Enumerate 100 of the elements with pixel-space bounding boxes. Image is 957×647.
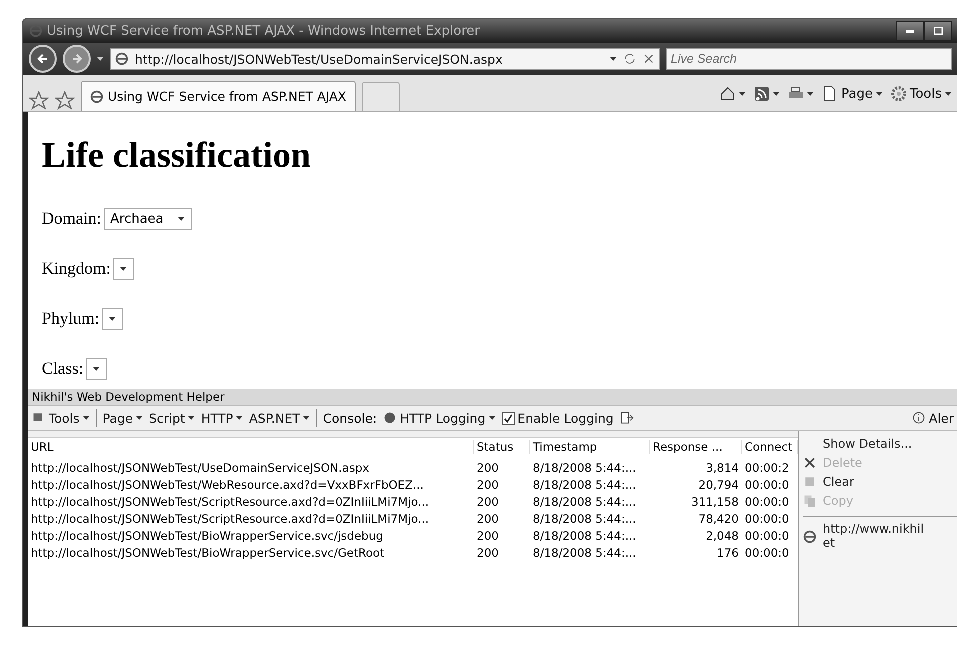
menu-button[interactable]: Page	[102, 410, 144, 426]
alerts-button[interactable]: Aler	[912, 410, 954, 426]
menu-button[interactable]: Tools	[32, 410, 90, 426]
menu-button[interactable]: ASP.NET	[249, 410, 310, 426]
maximize-icon	[934, 27, 942, 35]
menu-button[interactable]: HTTP Logging	[383, 410, 496, 426]
dropdown[interactable]	[112, 258, 134, 280]
feeds-button[interactable]	[754, 86, 780, 102]
feed-icon	[754, 86, 770, 102]
table-cell-text: 00:00:2	[744, 460, 790, 474]
table-cell-text: http://localhost/JSONWebTest/WebResource.axd?d=VxxBFxrFbOEZ...	[30, 478, 425, 492]
menu-button[interactable]: HTTP	[201, 410, 244, 426]
table-cell-text: 00:00:0	[744, 528, 790, 542]
table-cell-text: http://localhost/JSONWebTest/BioWrapperService.svc/GetRoot	[30, 546, 386, 560]
panel-title: Nikhil's Web Development Helper	[28, 389, 957, 406]
star-plus-icon	[55, 91, 75, 111]
caret-icon	[108, 317, 116, 321]
home-icon	[720, 86, 736, 102]
column-header[interactable]: Response ...	[650, 440, 742, 454]
table-cell-text: http://localhost/JSONWebTest/ScriptResource.axd?d=0ZInIiiLMi7Mjo...	[30, 494, 430, 508]
table-cell-text: 00:00:0	[744, 512, 790, 526]
table-cell-text: 8/18/2008 5:44:...	[532, 512, 638, 526]
exit-button[interactable]	[620, 411, 634, 425]
table-cell-text: 200	[476, 528, 500, 542]
field-label: Class:	[42, 359, 84, 379]
menu-button[interactable]: Script	[149, 410, 196, 426]
caret-icon	[120, 267, 127, 271]
table-cell-text: http://localhost/JSONWebTest/UseDomainServiceJSON.aspx	[30, 460, 370, 474]
star-icon	[29, 91, 49, 111]
forward-button[interactable]	[63, 45, 91, 73]
menu-item[interactable]: Show Details...	[803, 437, 957, 454]
menu-item[interactable]: http://www.nikhil et	[803, 522, 957, 556]
table-cell-text: 2,048	[705, 528, 740, 542]
caret-icon	[739, 92, 746, 96]
caret-icon	[188, 416, 196, 420]
field-label: Kingdom:	[42, 259, 111, 279]
table-cell-text: 200	[476, 512, 500, 526]
table-cell-text: 8/18/2008 5:44:...	[532, 546, 638, 560]
dropdown[interactable]	[102, 308, 123, 330]
console-label: Console:	[323, 410, 378, 426]
table-cell-text: 311,158	[690, 494, 740, 508]
page-button[interactable]: Page	[822, 86, 883, 102]
search-field[interactable]: Live Search	[666, 48, 952, 70]
info-icon	[912, 411, 926, 425]
copy-icon	[803, 494, 817, 508]
window-title: Using WCF Service from ASP.NET AJAX - Windows Internet Explorer	[47, 24, 480, 38]
dropdown[interactable]	[86, 358, 107, 380]
dropdown[interactable]: Archaea	[104, 208, 192, 230]
table-cell-text: 200	[476, 546, 500, 560]
caret-icon	[303, 416, 310, 420]
home-button[interactable]	[720, 86, 746, 102]
maximize-button[interactable]	[924, 21, 952, 41]
table-cell-text: 200	[476, 460, 500, 474]
refresh-icon	[623, 52, 637, 66]
table-cell-text: 00:00:0	[744, 478, 790, 492]
table-cell-text: 3,814	[705, 460, 740, 474]
caret-icon	[97, 57, 104, 61]
column-header[interactable]: URL	[28, 440, 474, 454]
enable-logging-checkbox[interactable]: Enable Logging	[502, 410, 614, 426]
page-icon	[822, 86, 838, 102]
browser-tab[interactable]: Using WCF Service from ASP.NET AJAX	[81, 81, 356, 111]
exit-icon	[620, 411, 634, 425]
arrow-left-icon	[37, 53, 49, 65]
minimize-icon	[906, 30, 914, 32]
table-cell-text: http://localhost/JSONWebTest/BioWrapperService.svc/jsdebug	[30, 528, 384, 542]
table-cell-text: 8/18/2008 5:44:...	[532, 460, 638, 474]
caret-icon	[136, 416, 144, 420]
minimize-button[interactable]	[896, 21, 924, 41]
table-cell-text: 00:00:0	[744, 546, 790, 560]
arrow-right-icon	[71, 53, 83, 65]
caret-icon	[236, 416, 244, 420]
caret-icon	[773, 92, 780, 96]
caret-icon	[82, 416, 90, 420]
menu-item[interactable]: Clear	[803, 475, 957, 492]
address-field[interactable]: http://localhost/JSONWebTest/UseDomainServiceJSON.aspx	[110, 48, 660, 70]
caret-icon	[876, 92, 883, 96]
caret-icon	[945, 92, 952, 96]
tools-button[interactable]: Tools	[890, 86, 952, 102]
caret-icon	[807, 92, 814, 96]
column-header[interactable]: Timestamp	[530, 440, 650, 454]
field-label: Domain:	[42, 209, 102, 229]
table-cell-text: 200	[476, 478, 500, 492]
table-cell-text: 8/18/2008 5:44:...	[532, 478, 638, 492]
table-cell-text: 176	[716, 546, 740, 560]
field-label: Phylum:	[42, 309, 100, 329]
table-cell-text: 78,420	[698, 512, 740, 526]
table-cell-text: 20,794	[698, 478, 740, 492]
gear-icon	[890, 86, 907, 102]
table-cell-text: 00:00:0	[744, 494, 790, 508]
caret-icon	[178, 217, 185, 221]
column-header[interactable]: Status	[474, 440, 530, 454]
back-button[interactable]	[29, 45, 57, 73]
table-cell-text: 8/18/2008 5:44:...	[532, 528, 638, 542]
table-cell-text: 8/18/2008 5:44:...	[532, 494, 638, 508]
table-cell-text: http://localhost/JSONWebTest/ScriptResource.axd?d=0ZInIiiLMi7Mjo...	[30, 512, 430, 526]
close-icon	[803, 456, 817, 470]
page-heading: Life classification	[42, 134, 312, 176]
caret-icon	[610, 57, 617, 61]
caret-icon	[92, 367, 100, 371]
table-cell-text: 200	[476, 494, 500, 508]
